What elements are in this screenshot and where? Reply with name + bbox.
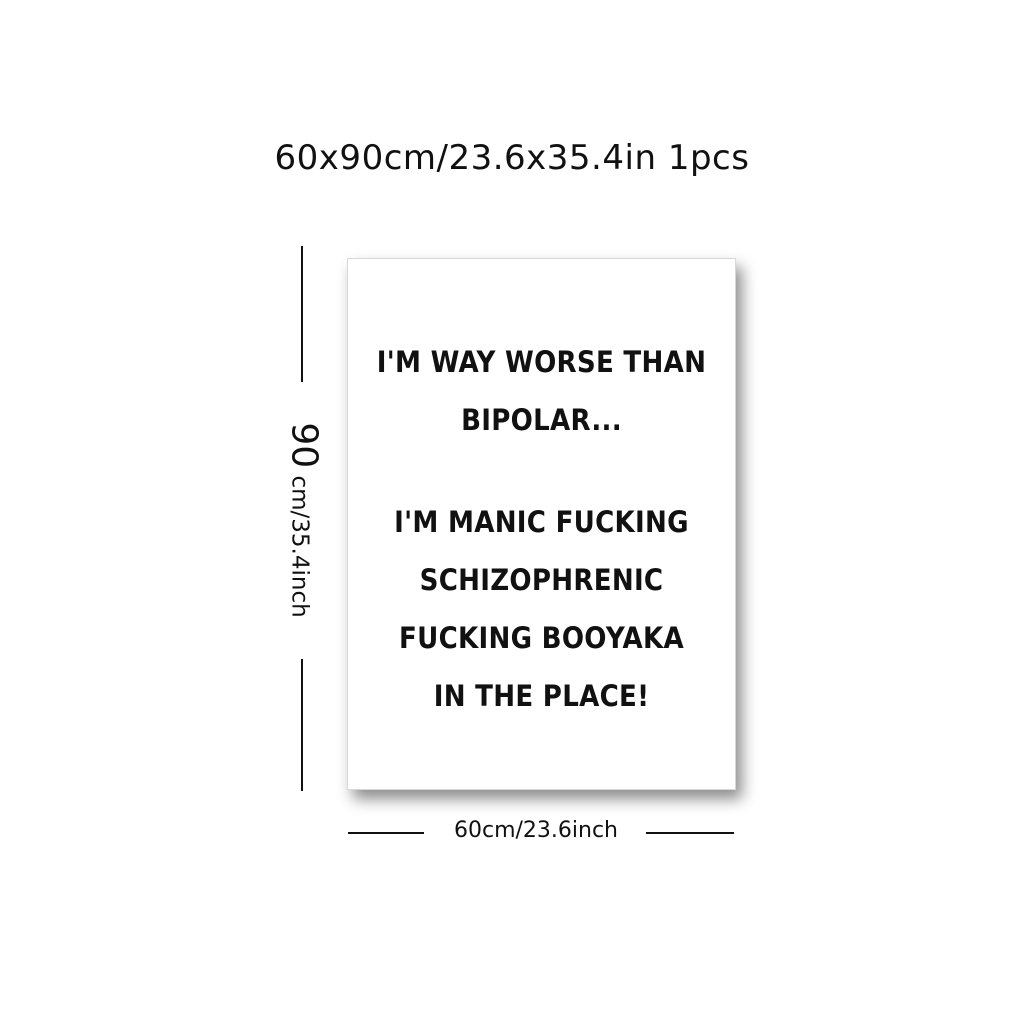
height-dimension-line-bottom	[301, 659, 303, 791]
poster: I'M WAY WORSE THAN BIPOLAR... I'M MANIC …	[347, 258, 736, 790]
poster-spacer	[367, 449, 715, 493]
width-dimension-label: 60cm/23.6inch	[453, 818, 618, 843]
size-text: 60x90cm/23.6x35.4in	[274, 138, 657, 178]
size-heading: 60x90cm/23.6x35.4in 1pcs	[0, 138, 1024, 178]
poster-line: FUCKING BOOYAKA	[399, 621, 684, 655]
width-dimension-line-right	[646, 832, 734, 834]
product-image: 60x90cm/23.6x35.4in 1pcs 90 cm/35.4inch …	[0, 0, 1024, 1024]
poster-line: I'M WAY WORSE THAN	[376, 345, 707, 379]
width-dimension-line-left	[348, 832, 424, 834]
poster-line: SCHIZOPHRENIC	[419, 563, 664, 597]
poster-quote: I'M WAY WORSE THAN BIPOLAR... I'M MANIC …	[367, 333, 715, 725]
quantity-text: 1pcs	[667, 138, 750, 178]
height-unit-text: cm/35.4inch	[286, 475, 313, 618]
poster-line: I'M MANIC FUCKING	[394, 505, 689, 539]
height-dimension-line-top	[301, 246, 303, 382]
poster-line: IN THE PLACE!	[433, 679, 650, 713]
height-number: 90	[283, 422, 325, 469]
poster-line: BIPOLAR...	[461, 403, 622, 437]
